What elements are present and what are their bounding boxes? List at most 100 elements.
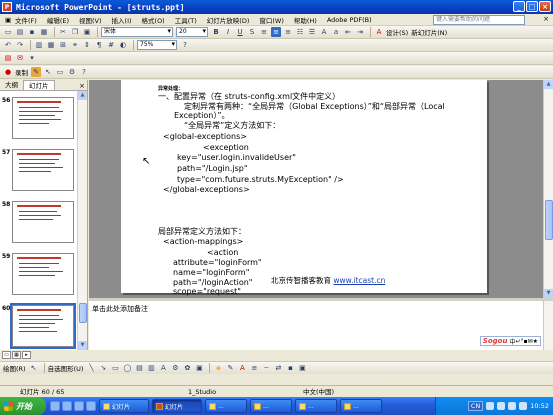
pdf-options-icon[interactable]: ▾ [27,53,37,63]
normal-view-icon[interactable]: ▭ [2,351,11,359]
new-slide-button[interactable]: 新幻灯片(N) [411,27,447,37]
oval-icon[interactable]: ◯ [122,363,132,373]
slide-thumbnail[interactable]: 57 [0,147,78,195]
doc-icon[interactable]: ▣ [0,16,11,24]
zoom-combo[interactable]: 75% [137,40,177,50]
tray-icon[interactable] [508,402,517,410]
tables-borders-icon[interactable]: ⊞ [58,40,68,50]
expand-all-icon[interactable]: ⇕ [82,40,92,50]
design-button[interactable]: 设计(S) [386,27,408,37]
new-icon[interactable]: ▭ [3,27,13,37]
arrow-style-icon[interactable]: ⇄ [273,363,283,373]
maximize-button[interactable]: □ [526,1,538,12]
scroll-up-icon[interactable]: ▲ [544,80,553,89]
shadow-button[interactable]: S [247,27,257,37]
font-name-combo[interactable]: 宋体 [101,27,173,37]
tab-outline[interactable]: 大纲 [0,80,23,90]
fill-color-icon[interactable]: ◈ [213,363,223,373]
line-icon[interactable]: ╲ [86,363,96,373]
redo-icon[interactable]: ↷ [15,40,25,50]
menu-edit[interactable]: 编辑(E) [42,15,74,25]
color-grayscale-icon[interactable]: ◐ [118,40,128,50]
wordart-icon[interactable]: A [158,363,168,373]
menu-window[interactable]: 窗口(W) [254,15,289,25]
menu-tools[interactable]: 工具(T) [170,15,202,25]
textbox-icon[interactable]: ▤ [134,363,144,373]
align-center-icon[interactable]: ≡ [271,27,281,37]
quick-launch-icon[interactable] [50,401,60,411]
menu-file[interactable]: 文件(F) [10,15,42,25]
footer-link[interactable]: www.itcast.cn [333,276,385,285]
line-color-icon[interactable]: ✎ [225,363,235,373]
quick-launch-icon[interactable] [86,401,96,411]
font-color-icon[interactable]: A [237,363,247,373]
taskbar-button[interactable]: ... [295,399,337,413]
pen-icon[interactable]: ✎ [31,67,41,77]
picture-icon[interactable]: ▣ [194,363,204,373]
panel-scroll-thumb[interactable] [79,303,87,323]
pdf-convert-icon[interactable]: ▤ [3,53,13,63]
bold-button[interactable]: B [211,27,221,37]
shrink-font-icon[interactable]: a [331,27,341,37]
show-formatting-icon[interactable]: ¶ [94,40,104,50]
slide-canvas[interactable]: 异常处理： 一、配置异常（在 struts-config.xml文件中定义） 定… [121,80,487,296]
close-button[interactable]: × [539,1,551,12]
align-right-icon[interactable]: ≡ [283,27,293,37]
record-button[interactable]: 录制 [15,67,28,77]
tray-icon[interactable] [497,402,506,410]
cut-icon[interactable]: ✂ [58,27,68,37]
increase-indent-icon[interactable]: ⇥ [355,27,365,37]
slide-sorter-icon[interactable]: ▦ [12,351,21,359]
taskbar-button[interactable]: ... [340,399,382,413]
minimize-button[interactable]: _ [513,1,525,12]
start-button[interactable]: 开始 [0,397,46,415]
open-icon[interactable]: ▤ [15,27,25,37]
dash-style-icon[interactable]: ┄ [261,363,271,373]
tray-icon[interactable] [486,402,495,410]
slide-pane-scroll-thumb[interactable] [545,200,553,240]
diagram-icon[interactable]: ⚙ [170,363,180,373]
arrow-icon[interactable]: ➘ [98,363,108,373]
slide-thumbnail[interactable]: 58 [0,199,78,247]
sogou-logo-icon[interactable]: Sogou [483,337,508,345]
taskbar-button-active[interactable]: 幻灯片 [152,399,202,413]
menu-help[interactable]: 帮助(H) [289,15,322,25]
grow-font-icon[interactable]: A [319,27,329,37]
tab-slides[interactable]: 幻灯片 [23,80,55,90]
table-icon[interactable]: ▦ [46,40,56,50]
bullets-icon[interactable]: ☰ [307,27,317,37]
3d-style-icon[interactable]: ▣ [297,363,307,373]
ime-skin-icon[interactable]: ★ [533,338,538,345]
font-size-combo[interactable]: 20 [176,27,208,37]
quick-launch-icon[interactable] [62,401,72,411]
quick-launch-icon[interactable] [74,401,84,411]
italic-button[interactable]: I [223,27,233,37]
taskbar-button[interactable]: ... [205,399,247,413]
underline-button[interactable]: U [235,27,245,37]
decrease-indent-icon[interactable]: ⇤ [343,27,353,37]
paste-icon[interactable]: ▣ [82,27,92,37]
print-icon[interactable]: ▦ [39,27,49,37]
taskbar-button[interactable]: ... [250,399,292,413]
vertical-textbox-icon[interactable]: ▥ [146,363,156,373]
menu-insert[interactable]: 插入(I) [107,15,137,25]
draw-menu-button[interactable]: 绘图(R) [3,363,26,373]
notes-scrollbar[interactable] [543,301,553,350]
language-indicator[interactable]: CN [467,401,484,411]
slide-thumbnail[interactable]: 59 [0,251,78,299]
help-icon[interactable]: ? [180,40,190,50]
info-icon[interactable]: ? [79,67,89,77]
record-icon[interactable]: ● [3,67,13,77]
panel-scrollbar[interactable]: ▲ ▼ [77,91,87,350]
undo-icon[interactable]: ↶ [3,40,13,50]
align-left-icon[interactable]: ≡ [259,27,269,37]
menu-slideshow[interactable]: 幻灯片放映(D) [202,15,255,25]
menu-adobe-pdf[interactable]: Adobe PDF(B) [322,16,377,24]
shadow-style-icon[interactable]: ▪ [285,363,295,373]
slide-thumbnail-selected[interactable]: 60 [0,303,78,350]
scroll-down-icon[interactable]: ▼ [544,289,553,298]
panel-close-icon[interactable]: × [79,82,85,90]
clock[interactable]: 10:52 [530,402,549,410]
line-style-icon[interactable]: ≡ [249,363,259,373]
help-search-input[interactable]: 键入需要帮助的问题 [433,15,525,25]
